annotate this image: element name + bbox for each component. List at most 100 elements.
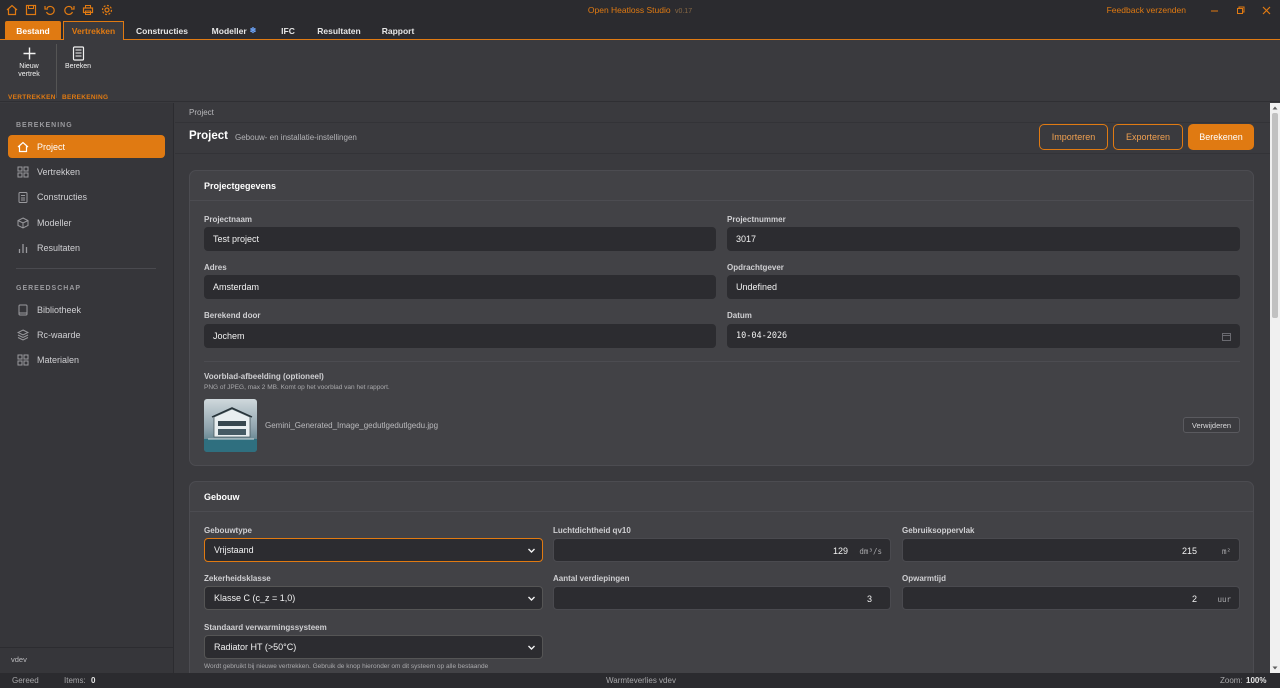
building-type-select[interactable]: Vrijstaand <box>204 538 543 562</box>
sidebar-item-label: Constructies <box>37 191 88 202</box>
warmup-time-label: Opwarmtijd <box>902 574 947 583</box>
app-title-text: Open Heatloss Studio <box>587 5 671 15</box>
calculate-button[interactable]: Berekenen <box>1188 124 1254 150</box>
user-name: vdev <box>11 655 27 664</box>
new-room-button[interactable]: Nieuw vertrek <box>10 46 48 79</box>
sidebar-item-resultaten[interactable]: Resultaten <box>8 236 165 259</box>
project-name-input[interactable]: Test project <box>204 227 716 251</box>
status-items-label: Items: <box>64 676 86 685</box>
page-subtitle: Gebouw- en installatie-instellingen <box>235 133 357 142</box>
air-tightness-unit: dm³/s <box>859 547 882 556</box>
sidebar-item-label: Vertrekken <box>37 166 81 177</box>
floor-area-label: Gebruiksoppervlak <box>902 526 975 535</box>
sidebar-item-label: Project <box>37 141 66 152</box>
floors-label: Aantal verdiepingen <box>553 574 630 583</box>
bar-chart-icon <box>17 242 29 254</box>
scroll-down-icon[interactable] <box>1272 665 1278 671</box>
chevron-down-icon <box>528 596 535 601</box>
building-type-label: Gebouwtype <box>204 526 253 535</box>
date-input[interactable]: 10-04-2026 <box>727 324 1240 348</box>
tab-modeller[interactable]: Modeller ❄ <box>203 21 265 40</box>
snowflake-icon: ❄ <box>249 26 257 35</box>
maximize-button[interactable] <box>1233 3 1247 17</box>
status-bar: Gereed Items: 0 Warmteverlies vdev Zoom:… <box>0 673 1280 688</box>
sidebar-section-berekening: BEREKENING <box>16 122 73 129</box>
client-input[interactable]: Undefined <box>727 275 1240 299</box>
feedback-link[interactable]: Feedback verzenden <box>1107 5 1186 15</box>
cover-image-thumbnail[interactable] <box>204 399 257 452</box>
book-icon <box>17 304 29 316</box>
project-details-card: Projectgegevens Projectnaam Test project… <box>189 170 1254 466</box>
sidebar-item-vertrekken[interactable]: Vertrekken <box>8 160 165 183</box>
header-divider <box>175 153 1270 154</box>
client-label: Opdrachtgever <box>727 263 784 272</box>
minimize-button[interactable] <box>1207 3 1221 17</box>
building-card: Gebouw Gebouwtype Vrijstaand Luchtdichth… <box>189 481 1254 673</box>
date-value: 10-04-2026 <box>736 331 788 341</box>
floors-input[interactable]: 3 <box>553 586 891 610</box>
tab-bestand[interactable]: Bestand <box>5 21 61 40</box>
floor-area-value: 215 <box>1181 546 1197 556</box>
calculator-icon <box>72 46 84 61</box>
scrollbar-thumb[interactable] <box>1272 113 1278 318</box>
close-button[interactable] <box>1259 3 1273 17</box>
status-zoom-value: 100% <box>1246 676 1267 685</box>
warmup-time-input[interactable]: 2 uur <box>902 586 1240 610</box>
sidebar-item-modeller[interactable]: Modeller <box>8 211 165 234</box>
ribbon-separator <box>56 44 57 98</box>
project-number-input[interactable]: 3017 <box>727 227 1240 251</box>
floors-value: 3 <box>866 594 872 604</box>
import-button[interactable]: Importeren <box>1039 124 1108 150</box>
sidebar-item-label: Resultaten <box>37 242 81 253</box>
vertical-scrollbar[interactable] <box>1270 103 1280 673</box>
sidebar-item-constructies[interactable]: Constructies <box>8 185 165 208</box>
calculated-by-input[interactable]: Jochem <box>204 324 716 348</box>
page-title: Project <box>189 130 228 142</box>
address-label: Adres <box>204 263 227 272</box>
sidebar-item-project[interactable]: Project <box>8 135 165 158</box>
heating-system-label: Standaard verwarmingssysteem <box>204 623 327 632</box>
scroll-up-icon[interactable] <box>1272 105 1278 111</box>
grid-icon <box>17 166 29 178</box>
calendar-icon[interactable] <box>1222 332 1231 341</box>
calculate-ribbon-button[interactable]: Bereken <box>62 46 94 71</box>
export-button[interactable]: Exporteren <box>1113 124 1183 150</box>
status-items-count: 0 <box>91 676 96 685</box>
air-tightness-input[interactable]: 129 dm³/s <box>553 538 891 562</box>
sidebar-section-gereedschap: GEREEDSCHAP <box>16 285 82 292</box>
floor-area-unit: m² <box>1221 547 1231 556</box>
sidebar-item-label: Materialen <box>37 354 80 365</box>
tab-constructies[interactable]: Constructies <box>131 21 193 40</box>
ribbon-group-calc: BEREKENING <box>62 94 109 101</box>
floor-area-input[interactable]: 215 m² <box>902 538 1240 562</box>
sidebar-item-label: Rc-waarde <box>37 329 81 340</box>
tab-ifc[interactable]: IFC <box>274 21 302 40</box>
warmup-time-value: 2 <box>1191 594 1197 604</box>
project-name-label: Projectnaam <box>204 215 253 224</box>
sidebar-item-rc-waarde[interactable]: Rc-waarde <box>8 323 165 346</box>
main-content: Project Project Gebouw- en installatie-i… <box>175 103 1270 673</box>
tab-vertrekken[interactable]: Vertrekken <box>63 21 124 40</box>
sidebar-item-materialen[interactable]: Materialen <box>8 348 165 371</box>
chevron-down-icon <box>528 548 535 553</box>
cover-image-filename: Gemini_Generated_Image_gedutlgedutlgedu.… <box>265 421 439 430</box>
sidebar-item-bibliotheek[interactable]: Bibliotheek <box>8 298 165 321</box>
remove-image-button[interactable]: Verwijderen <box>1183 417 1240 433</box>
heating-system-select[interactable]: Radiator HT (>50°C) <box>204 635 543 659</box>
breadcrumb: Project <box>189 108 214 117</box>
date-label: Datum <box>727 311 752 320</box>
building-thumbnail-icon <box>204 407 257 452</box>
ribbon-tab-bar: Bestand Vertrekken Constructies Modeller… <box>0 20 1280 40</box>
sidebar-item-label: Modeller <box>37 217 72 228</box>
section-divider <box>204 361 1240 362</box>
tab-modeller-label: Modeller <box>211 25 247 36</box>
heating-system-hint: Wordt gebruikt bij nieuwe vertrekken. Ge… <box>204 663 489 670</box>
cover-image-hint: PNG of JPEG, max 2 MB. Komt op het voorb… <box>204 384 390 391</box>
address-input[interactable]: Amsterdam <box>204 275 716 299</box>
tab-rapport[interactable]: Rapport <box>376 21 420 40</box>
status-center: Warmteverlies vdev <box>606 676 676 685</box>
safety-class-select[interactable]: Klasse C (c_z = 1,0) <box>204 586 543 610</box>
tab-resultaten[interactable]: Resultaten <box>312 21 366 40</box>
sidebar: BEREKENING Project Vertrekken Constructi… <box>0 103 174 673</box>
ribbon-group-rooms: VERTREKKEN <box>8 94 56 101</box>
